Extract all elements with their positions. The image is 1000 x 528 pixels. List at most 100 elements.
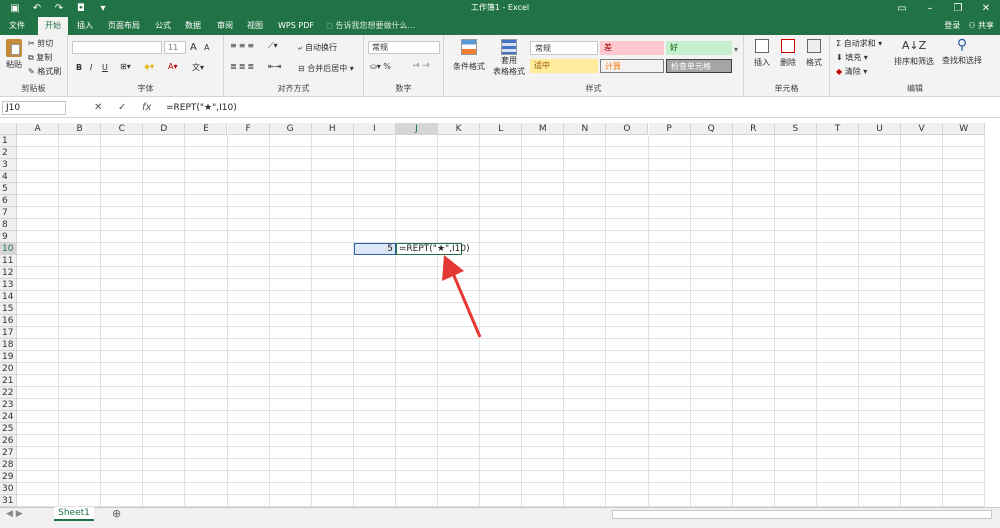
find-select-button[interactable]: ⚲ 查找和选择 (940, 37, 984, 66)
format-cells-button[interactable]: 格式 (804, 39, 824, 68)
font-color-icon[interactable]: A▾ (168, 62, 178, 71)
decimal-icons[interactable]: ⁺⁰ ⁻⁰ (412, 62, 429, 71)
row-header[interactable]: 15 (0, 303, 17, 315)
sheet-nav-icons[interactable]: ◀ ▶ (6, 509, 23, 519)
grow-font-button[interactable]: A (190, 42, 197, 53)
row-header[interactable]: 2 (0, 147, 17, 159)
copy-button[interactable]: ⧉ 复制 (28, 52, 52, 63)
wrap-text-button[interactable]: ⤶ 自动换行 (298, 42, 337, 53)
share-button[interactable]: ⚇ 共享 (968, 17, 994, 35)
underline-button[interactable]: U (102, 63, 108, 72)
row-header[interactable]: 27 (0, 447, 17, 459)
row-header[interactable]: 20 (0, 363, 17, 375)
row-header[interactable]: 23 (0, 399, 17, 411)
row-header[interactable]: 13 (0, 279, 17, 291)
row-header[interactable]: 8 (0, 219, 17, 231)
style-normal[interactable]: 常规 (530, 41, 598, 55)
row-header[interactable]: 16 (0, 315, 17, 327)
insert-cells-button[interactable]: 插入 (752, 39, 772, 68)
tab-insert[interactable]: 插入 (72, 17, 98, 35)
row-header[interactable]: 29 (0, 471, 17, 483)
row-header[interactable]: 28 (0, 459, 17, 471)
orientation-icon[interactable]: ⟋▾ (268, 41, 278, 51)
row-header[interactable]: 18 (0, 339, 17, 351)
column-header[interactable]: V (901, 123, 944, 135)
column-header[interactable]: Q (690, 123, 733, 135)
row-header[interactable]: 11 (0, 255, 17, 267)
formula-input[interactable]: =REPT("★",I10) (166, 101, 237, 115)
row-header[interactable]: 12 (0, 267, 17, 279)
row-header[interactable]: 7 (0, 207, 17, 219)
name-box[interactable]: J10 (2, 101, 66, 115)
row-header[interactable]: 31 (0, 495, 17, 507)
style-neutral[interactable]: 适中 (530, 59, 598, 73)
tab-wps-pdf[interactable]: WPS PDF (274, 17, 318, 35)
tab-home[interactable]: 开始 (38, 17, 68, 35)
font-size-select[interactable]: 11 (164, 41, 186, 54)
tab-file[interactable]: 文件 (2, 17, 32, 35)
indent-icons[interactable]: ⇤⇥ (268, 62, 281, 71)
borders-icon[interactable]: ⊞▾ (120, 62, 131, 71)
row-header[interactable]: 5 (0, 183, 17, 195)
column-header[interactable]: F (227, 123, 270, 135)
styles-more-icon[interactable]: ▾ (734, 45, 738, 54)
tell-me-search[interactable]: ◌ 告诉我您想要做什么... (326, 17, 415, 35)
column-header[interactable]: H (311, 123, 354, 135)
column-header[interactable]: U (859, 123, 902, 135)
row-header[interactable]: 17 (0, 327, 17, 339)
column-header[interactable]: E (185, 123, 228, 135)
shrink-font-button[interactable]: A (204, 43, 209, 52)
column-header[interactable]: I (353, 123, 396, 135)
tab-view[interactable]: 视图 (242, 17, 268, 35)
column-header[interactable]: M (522, 123, 565, 135)
column-header[interactable]: L (480, 123, 523, 135)
insert-function-icon[interactable]: fx (142, 101, 151, 115)
tab-page-layout[interactable]: 页面布局 (102, 17, 146, 35)
style-bad[interactable]: 差 (600, 41, 664, 55)
fill-color-icon[interactable]: ◈▾ (144, 62, 154, 71)
font-name-select[interactable] (72, 41, 162, 54)
column-header[interactable]: S (774, 123, 817, 135)
style-check-cell[interactable]: 检查单元格 (666, 59, 732, 73)
clear-button[interactable]: ◆ 清除 ▾ (836, 66, 867, 77)
row-header[interactable]: 4 (0, 171, 17, 183)
row-header[interactable]: 10 (0, 243, 17, 255)
enter-icon[interactable]: ✓ (118, 101, 126, 115)
delete-cells-button[interactable]: 删除 (778, 39, 798, 68)
row-header[interactable]: 3 (0, 159, 17, 171)
align-top-icons[interactable]: ≡≡≡ (230, 41, 256, 50)
paste-button[interactable]: 粘贴 (4, 39, 24, 70)
minimize-icon[interactable]: – (916, 0, 944, 17)
restore-icon[interactable]: ❐ (944, 0, 972, 17)
number-format-select[interactable]: 常规 (368, 41, 440, 54)
row-header[interactable]: 21 (0, 375, 17, 387)
row-header[interactable]: 9 (0, 231, 17, 243)
italic-button[interactable]: I (90, 63, 92, 72)
row-header[interactable]: 6 (0, 195, 17, 207)
column-header[interactable]: G (269, 123, 312, 135)
tab-review[interactable]: 审阅 (212, 17, 238, 35)
row-header[interactable]: 1 (0, 135, 17, 147)
column-header[interactable]: R (732, 123, 775, 135)
column-header[interactable]: W (943, 123, 986, 135)
style-good[interactable]: 好 (666, 41, 732, 55)
ribbon-options-icon[interactable]: ▭ (888, 0, 916, 17)
login-link[interactable]: 登录 (944, 17, 960, 35)
row-header[interactable]: 26 (0, 435, 17, 447)
column-header[interactable]: C (101, 123, 144, 135)
row-header[interactable]: 25 (0, 423, 17, 435)
horizontal-scrollbar[interactable] (612, 510, 992, 519)
cancel-icon[interactable]: ✕ (94, 101, 102, 115)
align-left-icons[interactable]: ≣≣≣ (230, 62, 256, 71)
conditional-format-button[interactable]: 条件格式 (452, 39, 486, 72)
column-header[interactable]: K (438, 123, 481, 135)
add-sheet-icon[interactable]: ⊕ (112, 508, 121, 520)
row-header[interactable]: 30 (0, 483, 17, 495)
column-header[interactable]: B (59, 123, 102, 135)
phonetic-icon[interactable]: 文▾ (192, 62, 204, 73)
column-header[interactable]: D (143, 123, 186, 135)
row-header[interactable]: 19 (0, 351, 17, 363)
autosum-button[interactable]: Σ 自动求和 ▾ (836, 38, 882, 49)
select-all-corner[interactable] (0, 123, 17, 135)
column-header[interactable]: A (17, 123, 60, 135)
